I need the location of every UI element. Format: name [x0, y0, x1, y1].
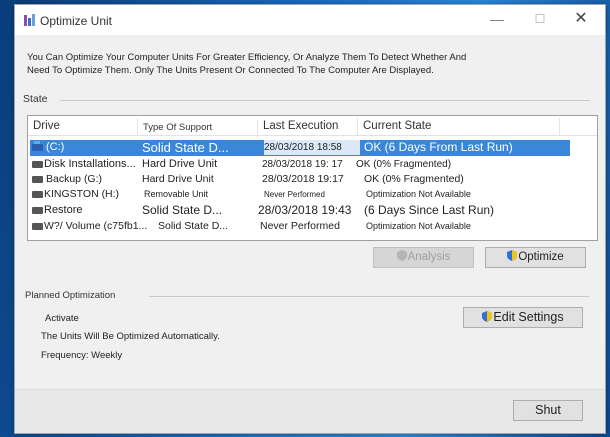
- column-header-type[interactable]: Type Of Support: [140, 120, 258, 138]
- drive-state: Optimization Not Available: [366, 221, 471, 231]
- column-header-last-execution[interactable]: Last Execution: [260, 118, 358, 136]
- column-header-current-state[interactable]: Current State: [360, 118, 560, 136]
- minimize-button[interactable]: —: [479, 7, 515, 31]
- analyze-label: Analysis: [407, 251, 451, 263]
- drive-type: Removable Unit: [144, 189, 209, 199]
- system-drive-icon: [32, 141, 43, 151]
- drive-type: Solid State D...: [158, 220, 229, 232]
- drive-name: Disk Installations...: [44, 158, 136, 170]
- planned-auto-text: The Units Will Be Optimized Automaticall…: [41, 331, 220, 342]
- drive-row-restore[interactable]: Restore Solid State D... 28/03/2018 19:4…: [30, 203, 570, 218]
- drive-row-backup[interactable]: Backup (G:) Hard Drive Unit 28/03/2018 1…: [30, 172, 570, 187]
- drive-last-execution: 28/03/2018 19:17: [262, 173, 344, 185]
- optimize-label: Optimize: [518, 251, 564, 263]
- drive-last-execution: Never Performed: [260, 220, 340, 232]
- title-bar[interactable]: Optimize Unit — ☐ ✕: [15, 5, 605, 35]
- drive-row-c[interactable]: (C:) Solid State D... 28/03/2018 18:58 O…: [30, 140, 570, 156]
- maximize-button[interactable]: ☐: [522, 7, 558, 31]
- drive-last-execution: 28/03/2018 18:58: [264, 140, 360, 155]
- edit-settings-label: Edit Settings: [493, 310, 564, 324]
- drive-type: Hard Drive Unit: [142, 158, 218, 170]
- drive-state: (6 Days Since Last Run): [364, 203, 495, 217]
- drive-state: Optimization Not Available: [366, 189, 471, 199]
- optimize-window: Optimize Unit — ☐ ✕ You Can Optimize You…: [14, 4, 606, 434]
- drive-type: Hard Drive Unit: [142, 173, 214, 185]
- edit-settings-button[interactable]: Edit Settings: [463, 307, 583, 328]
- planned-optimization-label: Planned Optimization: [25, 290, 116, 301]
- state-group-label: State: [23, 93, 48, 105]
- drive-state: OK (6 Days From Last Run): [364, 140, 513, 154]
- drive-last-execution: Never Performed: [264, 190, 325, 199]
- planned-status: Activate: [45, 313, 79, 324]
- description-line-1: You Can Optimize Your Computer Units For…: [27, 52, 467, 63]
- drive-row-disk-installations[interactable]: Disk Installations... Hard Drive Unit 28…: [30, 157, 570, 172]
- hard-drive-icon: [32, 207, 43, 214]
- optimize-button[interactable]: Optimize: [485, 247, 586, 268]
- uac-shield-icon: [482, 311, 493, 322]
- drive-list[interactable]: Drive Type Of Support Last Execution Cur…: [27, 115, 598, 241]
- close-button[interactable]: ✕: [563, 7, 599, 31]
- drive-type: Solid State D...: [142, 140, 229, 155]
- bottom-bar: Shut: [15, 389, 605, 433]
- drive-last-execution: 28/03/2018 19:43: [258, 203, 352, 217]
- drive-last-execution: 28/03/2018 19: 17: [262, 159, 343, 170]
- state-group-divider: [60, 100, 590, 101]
- hard-drive-icon: [32, 223, 43, 230]
- drive-row-volume[interactable]: W?/ Volume (c75fb1... Solid State D... N…: [30, 219, 570, 234]
- window-title: Optimize Unit: [40, 14, 113, 28]
- uac-shield-icon: [396, 250, 407, 261]
- drive-row-kingston[interactable]: KINGSTON (H:) Removable Unit Never Perfo…: [30, 187, 570, 202]
- column-header-drive[interactable]: Drive: [30, 118, 138, 136]
- drive-name: KINGSTON (H:): [44, 188, 120, 200]
- hard-drive-icon: [32, 161, 43, 168]
- drive-list-header: Drive Type Of Support Last Execution Cur…: [28, 116, 597, 138]
- drive-name: Backup (G:): [46, 173, 103, 185]
- description-line-2: Need To Optimize Them. Only The Units Pr…: [27, 65, 434, 76]
- description-text: You Can Optimize Your Computer Units For…: [27, 51, 597, 77]
- analyze-button[interactable]: Analysis: [373, 247, 474, 268]
- drive-name: (C:): [46, 141, 65, 153]
- shut-button[interactable]: Shut: [513, 400, 583, 421]
- drive-name: Restore: [44, 204, 83, 216]
- drive-state: OK (0% Fragmented): [364, 173, 464, 185]
- drive-name: W?/ Volume (c75fb1...: [44, 220, 148, 232]
- hard-drive-icon: [32, 176, 43, 183]
- planned-frequency: Frequency: Weekly: [41, 350, 123, 361]
- defrag-app-icon: [24, 14, 35, 26]
- drive-type: Solid State D...: [142, 203, 223, 217]
- planned-group-divider: [149, 296, 589, 297]
- usb-drive-icon: [32, 191, 43, 198]
- uac-shield-icon: [507, 250, 518, 261]
- drive-state: OK (0% Fragmented): [356, 159, 452, 170]
